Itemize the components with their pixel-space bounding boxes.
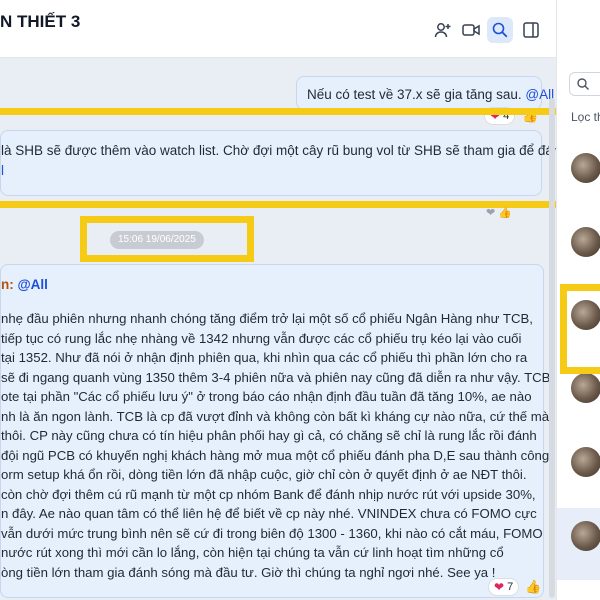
- avatar[interactable]: [571, 373, 600, 403]
- reaction-badge[interactable]: ❤ 7: [488, 578, 520, 596]
- message-text: Nếu có test về 37.x sẽ gia tăng sau.: [307, 87, 526, 102]
- conversation-search-box[interactable]: [569, 72, 600, 96]
- mention-all[interactable]: @All: [18, 277, 48, 292]
- add-member-icon[interactable]: [430, 17, 456, 43]
- message-line: orm setup khá ổn rồi, dòng tiền lớn đã n…: [1, 467, 527, 483]
- message-line: nhẹ đầu phiên nhưng nhanh chóng tăng điể…: [1, 311, 533, 327]
- avatar[interactable]: [571, 447, 600, 477]
- message-bubble: Nếu có test về 37.x sẽ gia tăng sau. @Al…: [296, 76, 554, 110]
- message-line: nh là ăn ngon lành. TCB là cp đã vượt đỉ…: [1, 408, 550, 424]
- message-line: đội ngũ PCB có khuyến nghị khách hàng mở…: [1, 447, 550, 463]
- filter-label[interactable]: Lọc th: [571, 110, 600, 124]
- highlight-frame: [0, 108, 568, 208]
- highlight-frame: [560, 284, 600, 374]
- highlight-frame: [80, 216, 254, 262]
- reaction-count: 7: [507, 581, 514, 593]
- search-icon[interactable]: [487, 17, 513, 43]
- sender-name[interactable]: n:: [1, 277, 18, 292]
- chat-header: N THIẾT 3: [0, 0, 556, 58]
- heart-icon: ❤: [494, 580, 505, 594]
- message-line: vẫn dưới mức trung bình nên sẽ cứ đi tro…: [1, 525, 543, 541]
- like-icon[interactable]: 👍: [525, 579, 541, 595]
- message-line: sẽ đi ngang quanh vùng 1350 thêm 3-4 phi…: [1, 369, 551, 385]
- avatar[interactable]: [571, 521, 600, 551]
- message-line: thôi. CP này cũng chưa có tín hiệu phân …: [1, 428, 537, 444]
- scrollbar[interactable]: [549, 98, 555, 598]
- video-call-icon[interactable]: [458, 17, 484, 43]
- avatar[interactable]: [571, 153, 600, 183]
- message-line: tiếp tục có rung lắc nhẹ nhàng về 1342 n…: [1, 330, 522, 346]
- message-line: còn chờ đợi thêm cú rũ mạnh từ một cp nh…: [1, 486, 536, 502]
- chat-title: N THIẾT 3: [0, 12, 81, 31]
- sidebar-toggle-icon[interactable]: [518, 17, 544, 43]
- message-bubble: n: @All nhẹ đầu phiên nhưng nhanh chóng …: [0, 264, 551, 598]
- avatar[interactable]: [571, 227, 600, 257]
- like-icon[interactable]: ❤ 👍: [486, 206, 512, 219]
- message-body: nhẹ đầu phiên nhưng nhanh chóng tăng điể…: [1, 303, 551, 582]
- message-line: n đây. Ae nào quan tâm có thể liên hệ để…: [1, 506, 537, 522]
- message-line: òng tiền lớn tham gia đánh sóng mà đầu t…: [1, 564, 496, 580]
- search-icon: [577, 78, 589, 90]
- message-line: tại 1352. Như đã nói ở nhận định phiên q…: [1, 350, 528, 366]
- message-line: ote tại phần "Các cổ phiếu lưu ý" ở tron…: [1, 389, 532, 405]
- message-line: nước rút xong thì mới cần lo lắng, còn h…: [1, 545, 504, 561]
- chat-messages[interactable]: Nếu có test về 37.x sẽ gia tăng sau. @Al…: [0, 58, 568, 600]
